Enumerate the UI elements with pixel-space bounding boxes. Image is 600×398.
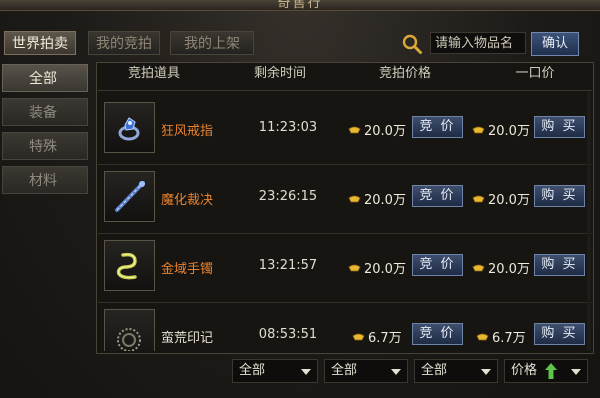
- remaining-time: 23:26:15: [258, 189, 318, 204]
- bid-button[interactable]: 竞 价: [412, 254, 463, 276]
- chevron-down-icon: [391, 369, 401, 375]
- buy-button[interactable]: 购 买: [534, 116, 585, 138]
- gold-ingot-icon: [476, 333, 489, 341]
- scrollbar[interactable]: [587, 92, 591, 350]
- header-time: 剩余时间: [253, 66, 306, 81]
- table-row: 金域手镯 13:21:57 20.0万 竞 价 20.0万 购 买: [98, 234, 592, 303]
- header-item: 竞拍道具: [127, 66, 180, 81]
- buyout-price-value: 6.7万: [492, 331, 526, 346]
- item-name: 金域手镯: [161, 262, 214, 277]
- seal-icon: [117, 328, 141, 351]
- item-slot[interactable]: [104, 309, 155, 351]
- filter-value: 价格: [511, 363, 538, 378]
- window-title: 奇售行: [277, 0, 323, 11]
- table-row: 狂风戒指 11:23:03 20.0万 竞 价 20.0万 购 买: [98, 96, 592, 165]
- buyout-price-value: 20.0万: [488, 124, 530, 139]
- arrow-up-icon: [545, 363, 557, 379]
- gold-ingot-icon: [348, 195, 361, 203]
- gold-ingot-icon: [472, 126, 485, 134]
- remaining-time: 13:21:57: [258, 258, 318, 273]
- bid-button[interactable]: 竞 价: [412, 116, 463, 138]
- bid-price-value: 20.0万: [364, 124, 406, 139]
- buyout-price: 20.0万: [472, 189, 530, 208]
- buyout-price: 6.7万: [476, 327, 526, 346]
- confirm-button[interactable]: 确认: [531, 32, 579, 56]
- bracelet-icon: [116, 252, 137, 280]
- filter-value: 全部: [421, 363, 448, 378]
- bid-price: 20.0万: [348, 189, 406, 208]
- item-slot[interactable]: [104, 171, 155, 222]
- gold-ingot-icon: [472, 264, 485, 272]
- filter-value: 全部: [239, 363, 266, 378]
- category-materials[interactable]: 材料: [2, 166, 88, 194]
- remaining-time: 08:53:51: [258, 327, 318, 342]
- filter-value: 全部: [331, 363, 358, 378]
- item-slot[interactable]: [104, 102, 155, 153]
- filter-dropdown-3[interactable]: 全部: [414, 359, 498, 383]
- item-name: 蛮荒印记: [161, 331, 214, 346]
- bid-price: 6.7万: [352, 327, 402, 346]
- gold-ingot-icon: [348, 126, 361, 134]
- ring-icon: [118, 117, 140, 141]
- remaining-time: 11:23:03: [258, 120, 318, 135]
- header-buyout: 一口价: [515, 66, 555, 81]
- tab-world-auction[interactable]: 世界拍卖: [4, 31, 76, 55]
- gold-ingot-icon: [472, 195, 485, 203]
- buyout-price-value: 20.0万: [488, 193, 530, 208]
- table-row: 魔化裁决 23:26:15 20.0万 竞 价 20.0万 购 买: [98, 165, 592, 234]
- buy-button[interactable]: 购 买: [534, 323, 585, 345]
- category-special[interactable]: 特殊: [2, 132, 88, 160]
- chevron-down-icon: [481, 369, 491, 375]
- bid-button[interactable]: 竞 价: [412, 323, 463, 345]
- sort-price-dropdown[interactable]: 价格: [504, 359, 588, 383]
- bid-price: 20.0万: [348, 120, 406, 139]
- staff-icon: [115, 181, 145, 212]
- category-all[interactable]: 全部: [2, 64, 88, 92]
- tab-my-listings[interactable]: 我的上架: [170, 31, 254, 55]
- header-divider: [98, 90, 592, 91]
- chevron-down-icon: [571, 369, 581, 375]
- category-equipment[interactable]: 装备: [2, 98, 88, 126]
- search-input[interactable]: [430, 32, 526, 54]
- item-name: 魔化裁决: [161, 193, 214, 208]
- filter-dropdown-1[interactable]: 全部: [232, 359, 318, 383]
- buyout-price: 20.0万: [472, 258, 530, 277]
- buyout-price: 20.0万: [472, 120, 530, 139]
- bid-price-value: 20.0万: [364, 193, 406, 208]
- chevron-down-icon: [301, 369, 311, 375]
- bid-price-value: 20.0万: [364, 262, 406, 277]
- buy-button[interactable]: 购 买: [534, 254, 585, 276]
- tab-my-bids[interactable]: 我的竞拍: [88, 31, 160, 55]
- buyout-price-value: 20.0万: [488, 262, 530, 277]
- item-slot[interactable]: [104, 240, 155, 291]
- header-bid-price: 竞拍价格: [378, 66, 431, 81]
- bid-button[interactable]: 竞 价: [412, 185, 463, 207]
- buy-button[interactable]: 购 买: [534, 185, 585, 207]
- search-icon[interactable]: [401, 33, 423, 55]
- bid-price-value: 6.7万: [368, 331, 402, 346]
- filter-dropdown-2[interactable]: 全部: [324, 359, 408, 383]
- gold-ingot-icon: [348, 264, 361, 272]
- bid-price: 20.0万: [348, 258, 406, 277]
- gold-ingot-icon: [352, 333, 365, 341]
- item-name: 狂风戒指: [161, 124, 214, 139]
- table-row: 蛮荒印记 08:53:51 6.7万 竞 价 6.7万 购 买: [98, 303, 592, 351]
